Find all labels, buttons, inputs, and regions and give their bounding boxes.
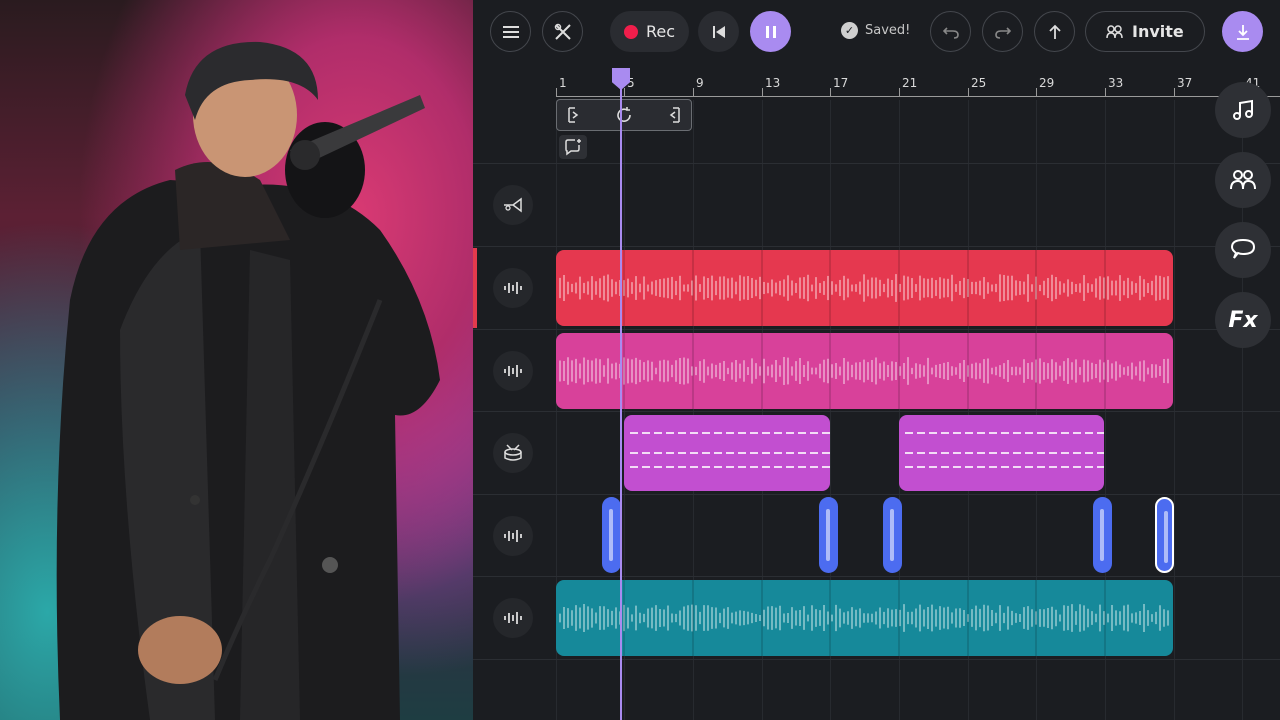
redo-icon: [994, 26, 1011, 39]
clip-waveform: [559, 580, 1169, 656]
drum-icon: [504, 444, 522, 461]
bar-label: 1: [559, 76, 567, 90]
audio-clip-pink[interactable]: [556, 333, 1173, 409]
toolbar: Rec ✓ Saved! Invite: [473, 0, 1280, 64]
drum-pattern: [905, 432, 1104, 468]
saved-label: Saved!: [865, 23, 911, 38]
audio-clip-blue-selected[interactable]: [1155, 497, 1174, 573]
download-button[interactable]: [1222, 11, 1263, 52]
waveform-icon: [504, 530, 522, 542]
people-icon: [1106, 24, 1123, 38]
chat-icon: [1230, 238, 1256, 259]
audio-clip-teal[interactable]: [556, 580, 1173, 656]
menu-button[interactable]: [490, 11, 531, 52]
audio-clip-red[interactable]: [556, 250, 1173, 326]
drum-pattern: [630, 432, 830, 468]
pause-icon: [765, 25, 776, 38]
drum-clip-1[interactable]: [624, 415, 830, 491]
waveform-icon: [504, 365, 522, 377]
collaborators-icon: [1230, 170, 1256, 190]
effects-button[interactable]: Fx: [1215, 292, 1271, 348]
download-icon: [1236, 24, 1249, 40]
undo-button[interactable]: [930, 11, 971, 52]
pause-button[interactable]: [750, 11, 791, 52]
playhead[interactable]: [620, 78, 622, 720]
record-label: Rec: [646, 22, 676, 41]
instrument-browser-button[interactable]: [1215, 82, 1271, 138]
hamburger-icon: [502, 25, 519, 38]
performer-photo: [0, 0, 473, 720]
audio-clip-blue[interactable]: [883, 497, 902, 573]
loop-start-icon: [568, 107, 579, 123]
skip-to-start-button[interactable]: [698, 11, 739, 52]
invite-button[interactable]: Invite: [1085, 11, 1205, 52]
chat-button[interactable]: [1215, 222, 1271, 278]
loop-region[interactable]: [556, 99, 692, 131]
saved-status: ✓ Saved!: [841, 22, 910, 39]
tools-button[interactable]: [542, 11, 583, 52]
check-icon: ✓: [841, 22, 858, 39]
record-button[interactable]: Rec: [610, 11, 690, 52]
bar-label: 13: [765, 76, 781, 90]
bar-label: 9: [696, 76, 704, 90]
skip-back-icon: [712, 25, 725, 38]
bar-label: 33: [1108, 76, 1124, 90]
bar-label: 37: [1177, 76, 1193, 90]
daw-app: Rec ✓ Saved! Invite 1 5 9 13 17 21 25 29…: [473, 0, 1280, 720]
loop-end-icon: [669, 107, 680, 123]
audio-clip-blue[interactable]: [1093, 497, 1112, 573]
collaborators-button[interactable]: [1215, 152, 1271, 208]
record-dot-icon: [624, 24, 638, 39]
audio-clip-blue[interactable]: [819, 497, 838, 573]
selected-track-indicator: [473, 248, 477, 328]
track-header-drums[interactable]: [493, 433, 533, 473]
clip-waveform: [559, 333, 1169, 409]
music-note-icon: [1233, 99, 1253, 120]
clip-waveform: [559, 250, 1169, 326]
track-header-instrument[interactable]: [493, 185, 533, 225]
timeline-ruler[interactable]: 1 5 9 13 17 21 25 29 33 37 41: [556, 66, 1280, 100]
tools-icon: [554, 23, 571, 40]
waveform-icon: [504, 612, 522, 624]
arrow-up-icon: [1048, 24, 1061, 39]
drum-clip-2[interactable]: [899, 415, 1104, 491]
track-header-audio-4[interactable]: [493, 598, 533, 638]
loop-icon: [617, 107, 631, 122]
audio-clip-blue[interactable]: [602, 497, 621, 573]
bar-label: 17: [833, 76, 849, 90]
fx-label: Fx: [1228, 307, 1258, 333]
track-header-audio-3[interactable]: [493, 516, 533, 556]
undo-icon: [942, 26, 959, 39]
track-header-audio-1[interactable]: [493, 268, 533, 308]
bar-label: 29: [1039, 76, 1055, 90]
track-header-audio-2[interactable]: [493, 351, 533, 391]
share-button[interactable]: [1034, 11, 1075, 52]
add-comment-button[interactable]: [559, 135, 587, 159]
bar-label: 25: [971, 76, 987, 90]
invite-label: Invite: [1132, 22, 1184, 41]
comment-add-icon: [565, 139, 581, 156]
trumpet-icon: [504, 197, 522, 213]
bar-label: 21: [902, 76, 918, 90]
redo-button[interactable]: [982, 11, 1023, 52]
waveform-icon: [504, 282, 522, 294]
